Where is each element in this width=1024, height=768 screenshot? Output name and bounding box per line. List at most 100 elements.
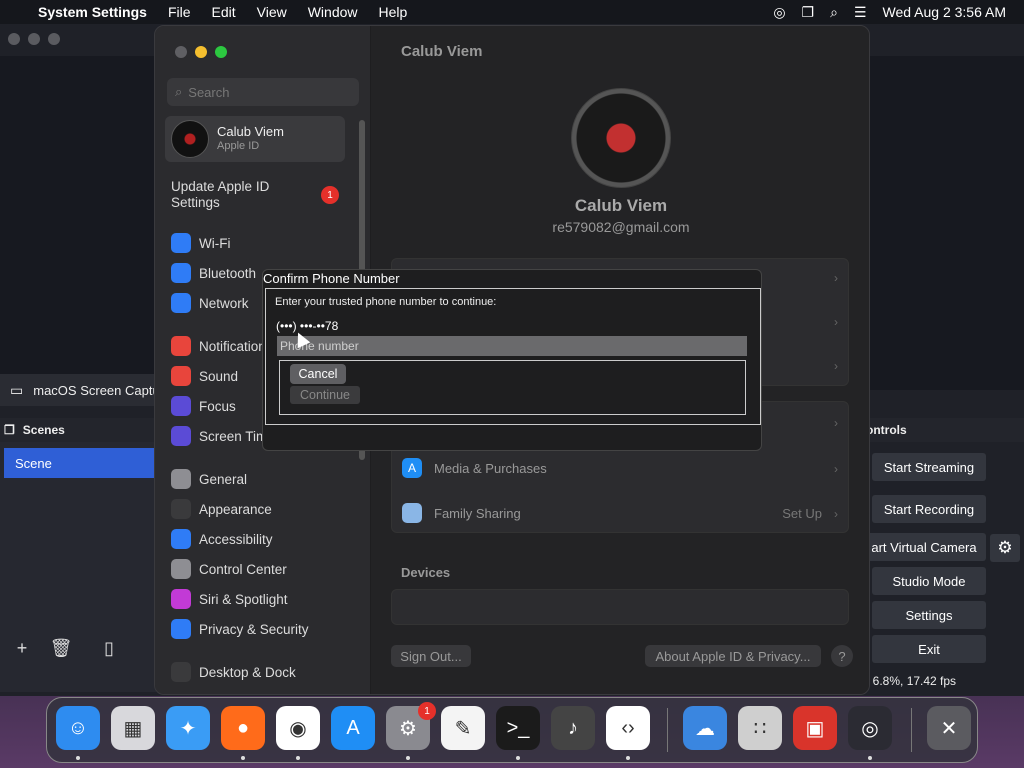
cancel-button[interactable]: Cancel [290,364,346,384]
finder-icon[interactable]: ☺ [56,706,100,750]
sidebar-item-accessibility[interactable]: Accessibility [171,527,273,551]
obs-zoom-button[interactable] [48,33,60,45]
obs-settings-button[interactable]: Settings [872,601,986,629]
close-button[interactable] [175,46,187,58]
sidebar-item-sound[interactable]: Sound [171,364,238,388]
globe-icon [171,293,191,313]
sidebar-search-field[interactable]: ⌕ Search [167,78,359,106]
update-apple-id-label: Update Apple ID Settings [171,179,270,210]
screen-mirroring-icon[interactable]: ❐ [802,4,815,21]
account-subtitle: Apple ID [217,140,260,152]
about-apple-id-button[interactable]: About Apple ID & Privacy... [645,645,821,667]
minimize-button[interactable] [195,46,207,58]
start-recording-button[interactable]: Start Recording [872,495,986,523]
sidebar-item-label: General [199,471,248,487]
running-indicator [241,756,245,760]
obs-exit-button[interactable]: Exit [872,635,986,663]
studio-mode-button[interactable]: Studio Mode [872,567,986,595]
sidebar-item-label: Appearance [199,501,272,517]
terminal-icon[interactable]: >_ [496,706,540,750]
garageband-icon[interactable]: ♪ [551,706,595,750]
chevron-right-icon: › [834,507,838,521]
obs-source-bar[interactable]: ▭ macOS Screen Captu [0,374,160,406]
search-placeholder: Search [188,84,230,100]
app-store-icon[interactable]: A [331,706,375,750]
dock-icon [171,662,191,682]
sidebar-item-label: Bluetooth [199,265,257,281]
hourglass-icon [171,426,191,446]
control-center-icon[interactable]: ☰ [854,4,867,21]
obs-icon[interactable]: ◎ [848,706,892,750]
photo-booth-icon[interactable]: ▣ [793,706,837,750]
obs-minimize-button[interactable] [28,33,40,45]
remove-scene-icon[interactable]: 🗑 [49,636,73,660]
family-sharing-action: Set Up [782,506,822,521]
help-menu[interactable]: Help [379,4,408,20]
menubar-clock[interactable]: Wed Aug 2 3:56 AM [883,4,1007,20]
sidebar-item-bluetooth[interactable]: Bluetooth [171,261,256,285]
sidebar-item-control-center[interactable]: Control Center [171,557,287,581]
edit-menu[interactable]: Edit [212,4,236,20]
running-indicator [626,756,630,760]
scenes-icon: ❐ [4,423,15,437]
textedit-icon[interactable]: ✎ [441,706,485,750]
weather-icon[interactable]: ☁ [683,706,727,750]
profile-email: re579082@gmail.com [552,219,690,235]
file-menu[interactable]: File [168,4,191,20]
obs-close-button[interactable] [8,33,20,45]
scene-filter-icon[interactable]: ▯ [97,636,121,660]
confirm-phone-dialog: Confirm Phone Number Enter your trusted … [262,269,762,451]
launchpad-icon[interactable]: ▦ [111,706,155,750]
sidebar-item-siri-spotlight[interactable]: Siri & Spotlight [171,587,288,611]
control-center-icon [171,559,191,579]
profile-avatar[interactable] [571,88,671,188]
trash-icon[interactable]: ✕ [927,706,971,750]
devices-group [391,589,849,625]
sidebar-item-wi-fi[interactable]: Wi-Fi [171,231,230,255]
phone-number-input[interactable] [277,336,747,356]
chrome-icon[interactable]: ◉ [276,706,320,750]
appearance-icon [171,499,191,519]
sidebar-item-label: Siri & Spotlight [199,591,288,607]
accessibility-icon [171,529,191,549]
help-button[interactable]: ? [831,645,853,667]
sidebar-item-label: Notification [199,338,266,354]
sidebar-account[interactable]: Calub Viem Apple ID [165,116,345,162]
moon-icon [171,396,191,416]
account-name: Calub Viem [217,124,284,139]
sidebar-item-label: Accessibility [199,531,273,547]
zoom-button[interactable] [215,46,227,58]
obs-status-icon[interactable]: ◎ [773,4,785,21]
app-menu[interactable]: System Settings [38,4,147,20]
sidebar-item-label: Sound [199,368,239,384]
media-purchases-row[interactable]: A Media & Purchases › [392,454,848,484]
obs-scene-item[interactable]: Scene [4,448,154,478]
update-apple-id-item[interactable]: Update Apple ID Settings 1 [171,179,361,213]
sidebar-item-label: Desktop & Dock [199,664,296,680]
sidebar-item-notification[interactable]: Notification [171,334,266,358]
sidebar-item-screen-tim[interactable]: Screen Tim [171,424,267,448]
start-virtual-camera-button[interactable]: art Virtual Camera [862,533,986,561]
sidebar-item-general[interactable]: General [171,467,247,491]
gear-icon [171,469,191,489]
window-menu[interactable]: Window [308,4,358,20]
firefox-icon[interactable]: ● [221,706,265,750]
sidebar-item-label: Wi-Fi [199,235,231,251]
spotlight-search-icon[interactable]: ⌕ [830,4,838,21]
sidebar-item-desktop-dock[interactable]: Desktop & Dock [171,660,296,684]
sign-out-button[interactable]: Sign Out... [391,645,471,667]
sidebar-item-appearance[interactable]: Appearance [171,497,272,521]
calculator-icon[interactable]: ∷ [738,706,782,750]
start-streaming-button[interactable]: Start Streaming [872,453,986,481]
safari-icon[interactable]: ✦ [166,706,210,750]
vscode-icon[interactable]: ‹› [606,706,650,750]
sidebar-item-network[interactable]: Network [171,291,249,315]
sidebar-item-privacy-security[interactable]: Privacy & Security [171,617,309,641]
family-sharing-row[interactable]: Family Sharing Set Up › [392,499,848,529]
sidebar-item-label: Network [199,295,249,311]
continue-button[interactable]: Continue [290,386,360,404]
add-scene-icon[interactable]: + [10,636,34,660]
view-menu[interactable]: View [257,4,287,20]
gear-icon[interactable]: ⚙ [990,534,1020,562]
sidebar-item-focus[interactable]: Focus [171,394,236,418]
